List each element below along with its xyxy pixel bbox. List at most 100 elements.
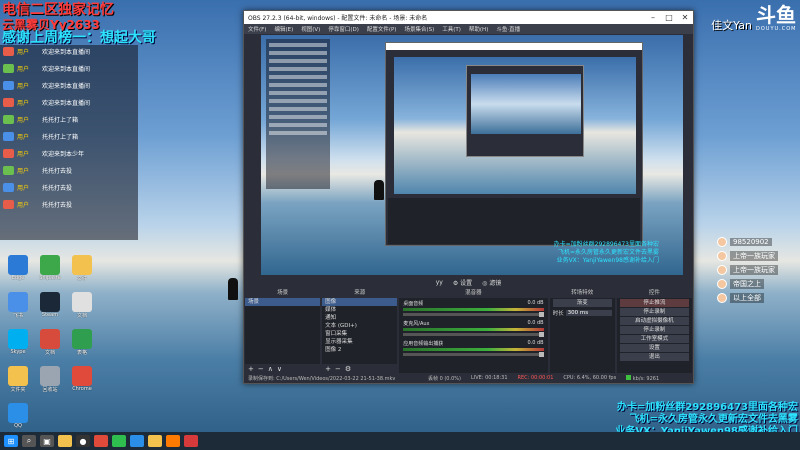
up-icon[interactable]: ∧ bbox=[268, 365, 273, 373]
desktop-icon[interactable]: 飞书 bbox=[4, 292, 32, 319]
source-settings-icon[interactable]: ⚙ bbox=[345, 365, 351, 373]
menu-item[interactable]: 停靠窗口(D) bbox=[328, 25, 359, 33]
remove-scene-icon[interactable]: − bbox=[258, 365, 264, 373]
wps-icon[interactable] bbox=[184, 435, 198, 447]
scene-item[interactable]: 场景 bbox=[245, 298, 321, 306]
explorer-icon[interactable] bbox=[58, 435, 72, 447]
taskview-icon[interactable]: ▣ bbox=[40, 435, 54, 447]
source-item[interactable]: 窗口采集 bbox=[322, 330, 397, 338]
douyu-logo-text: 斗鱼 bbox=[756, 3, 796, 27]
obs-window[interactable]: OBS 27.2.3 (64-bit, windows) - 配置文件: 未命名… bbox=[243, 10, 694, 384]
settings-button[interactable]: ⚙ 设置 bbox=[453, 278, 472, 287]
desktop-icon[interactable]: Snipaste bbox=[36, 255, 64, 282]
source-item[interactable]: 媒体 bbox=[322, 306, 397, 314]
menu-item[interactable]: 文件(F) bbox=[248, 25, 266, 33]
desktop-icon[interactable]: Skype bbox=[4, 329, 32, 356]
rec-time: REC: 00:00:01 bbox=[517, 375, 554, 381]
preview-promo: 办卡=加粉丝群292896473里面各种宏 飞机=永久房管永久更新宏文件去黑雾 … bbox=[554, 241, 659, 265]
desktop-icon[interactable]: QQ bbox=[4, 403, 32, 429]
maximize-icon[interactable]: □ bbox=[661, 11, 677, 24]
menu-item[interactable]: 斗鱼·直播 bbox=[496, 25, 520, 33]
nested-obs-window-2 bbox=[466, 65, 584, 157]
rank-row: 上帝一族玩家 bbox=[717, 264, 795, 275]
menu-item[interactable]: 配置文件(P) bbox=[367, 25, 397, 33]
folder-icon[interactable] bbox=[148, 435, 162, 447]
wechat-icon[interactable] bbox=[112, 435, 126, 447]
chat-row: 用户 欢迎来到本直播间 bbox=[0, 62, 138, 74]
minimize-icon[interactable]: – bbox=[645, 11, 661, 24]
promo-line-1: 办卡=加粉丝群292896473里面各种宏 bbox=[616, 402, 798, 413]
desktop-icon-label: Steam bbox=[41, 312, 59, 318]
menu-item[interactable]: 帮助(H) bbox=[469, 25, 488, 33]
control-button[interactable]: 退出 bbox=[619, 353, 689, 361]
desktop-icon[interactable]: 文件夹 bbox=[4, 366, 32, 393]
chrome-icon[interactable] bbox=[94, 435, 108, 447]
desktop-icon[interactable]: 文档 bbox=[36, 329, 64, 356]
search-icon[interactable]: ⌕ bbox=[22, 435, 36, 447]
menu-item[interactable]: 编辑(E) bbox=[274, 25, 293, 33]
start-icon[interactable]: ⊞ bbox=[4, 435, 18, 447]
obs-preview[interactable]: 办卡=加粉丝群292896473里面各种宏 飞机=永久房管永久更新宏文件去黑雾 … bbox=[261, 35, 683, 275]
filters-label: 滤镜 bbox=[489, 279, 502, 287]
control-button[interactable]: 启动虚拟摄像机 bbox=[619, 317, 689, 325]
app-icon bbox=[8, 329, 28, 349]
avatar bbox=[717, 264, 727, 275]
app-icon bbox=[40, 292, 60, 312]
duration-input[interactable]: 300 ms bbox=[565, 310, 612, 316]
desktop-icon-label: 文件夹 bbox=[10, 387, 26, 393]
mixer-channel: 应用音频输出捕获 0.0 dB bbox=[399, 338, 547, 358]
douyu-icon[interactable] bbox=[166, 435, 180, 447]
chat-username: 用户 bbox=[17, 82, 30, 90]
close-icon[interactable]: ✕ bbox=[677, 11, 693, 24]
rank-row: 上帝一族玩家 bbox=[717, 250, 795, 261]
source-item[interactable]: 文本 (GDI+) bbox=[322, 322, 397, 330]
add-scene-icon[interactable]: + bbox=[248, 365, 254, 373]
chat-message: 托托打去投 bbox=[42, 184, 73, 192]
obs-icon[interactable]: ● bbox=[76, 435, 90, 447]
remove-source-icon[interactable]: − bbox=[335, 365, 341, 373]
volume-slider[interactable] bbox=[403, 352, 544, 357]
volume-slider[interactable] bbox=[403, 312, 544, 317]
control-button[interactable]: 停止推流 bbox=[619, 299, 689, 307]
desktop-icon[interactable]: 文件 bbox=[68, 255, 96, 282]
mixer-channel-db: 0.0 dB bbox=[527, 320, 544, 326]
scenes-dock: 场景 场景 + − ∧ ∨ bbox=[245, 289, 321, 373]
desktop-icon[interactable]: 表格 bbox=[68, 329, 96, 356]
nested-obs-window bbox=[385, 42, 643, 246]
app-icon bbox=[72, 292, 92, 312]
volume-slider[interactable] bbox=[403, 332, 544, 337]
source-item[interactable]: 显示器采集 bbox=[322, 338, 397, 346]
qq-icon[interactable] bbox=[130, 435, 144, 447]
control-button[interactable]: 设置 bbox=[619, 344, 689, 352]
preview-promo-line-3: 业务VX：YanjiYawen98感谢补给入门 bbox=[556, 257, 659, 264]
mixer-channel-name: 桌面音频 bbox=[403, 301, 424, 307]
menu-item[interactable]: 视图(V) bbox=[301, 25, 320, 33]
source-item[interactable]: 图像 bbox=[322, 298, 398, 306]
source-item[interactable]: 图像 2 bbox=[322, 346, 397, 354]
transition-select[interactable]: 渐变 bbox=[552, 299, 612, 307]
control-button[interactable]: 工作室模式 bbox=[619, 335, 689, 343]
desktop-icon[interactable]: 文档 bbox=[68, 292, 96, 319]
desktop-icon[interactable]: Edge bbox=[4, 255, 32, 282]
chat-row: 用户 欢迎来到本直播间 bbox=[0, 45, 138, 57]
volume-meter bbox=[403, 348, 544, 351]
taskbar: ⊞ ⌕ ▣ ● bbox=[0, 432, 800, 450]
desktop-icon[interactable]: Chrome bbox=[68, 366, 96, 393]
add-source-icon[interactable]: + bbox=[325, 365, 331, 373]
down-icon[interactable]: ∨ bbox=[277, 365, 282, 373]
controls-dock: 控件 停止推流 停止录制 启动虚拟摄像机 停止录制 工作室模式 设置 退出 bbox=[616, 289, 692, 373]
obs-titlebar[interactable]: OBS 27.2.3 (64-bit, windows) - 配置文件: 未命名… bbox=[244, 11, 693, 24]
menu-item[interactable]: 工具(T) bbox=[442, 25, 461, 33]
app-icon bbox=[72, 366, 92, 386]
source-item[interactable]: 通知 bbox=[322, 314, 397, 322]
filters-button[interactable]: ◎ 滤镜 bbox=[482, 278, 501, 287]
desktop-icon[interactable]: 回收站 bbox=[36, 366, 64, 393]
control-button[interactable]: 停止录制 bbox=[619, 308, 689, 316]
desktop-icon[interactable]: Steam bbox=[36, 292, 64, 319]
scenes-header: 场景 bbox=[245, 289, 321, 298]
preview-promo-line-2: 飞机=永久房管永久更新宏文件去黑雾 bbox=[557, 249, 659, 256]
chat-username: 用户 bbox=[17, 116, 30, 124]
menu-item[interactable]: 场景集合(S) bbox=[404, 25, 434, 33]
bitrate-indicator: kb/s: 9261 bbox=[626, 374, 659, 382]
control-button[interactable]: 停止录制 bbox=[619, 326, 689, 334]
